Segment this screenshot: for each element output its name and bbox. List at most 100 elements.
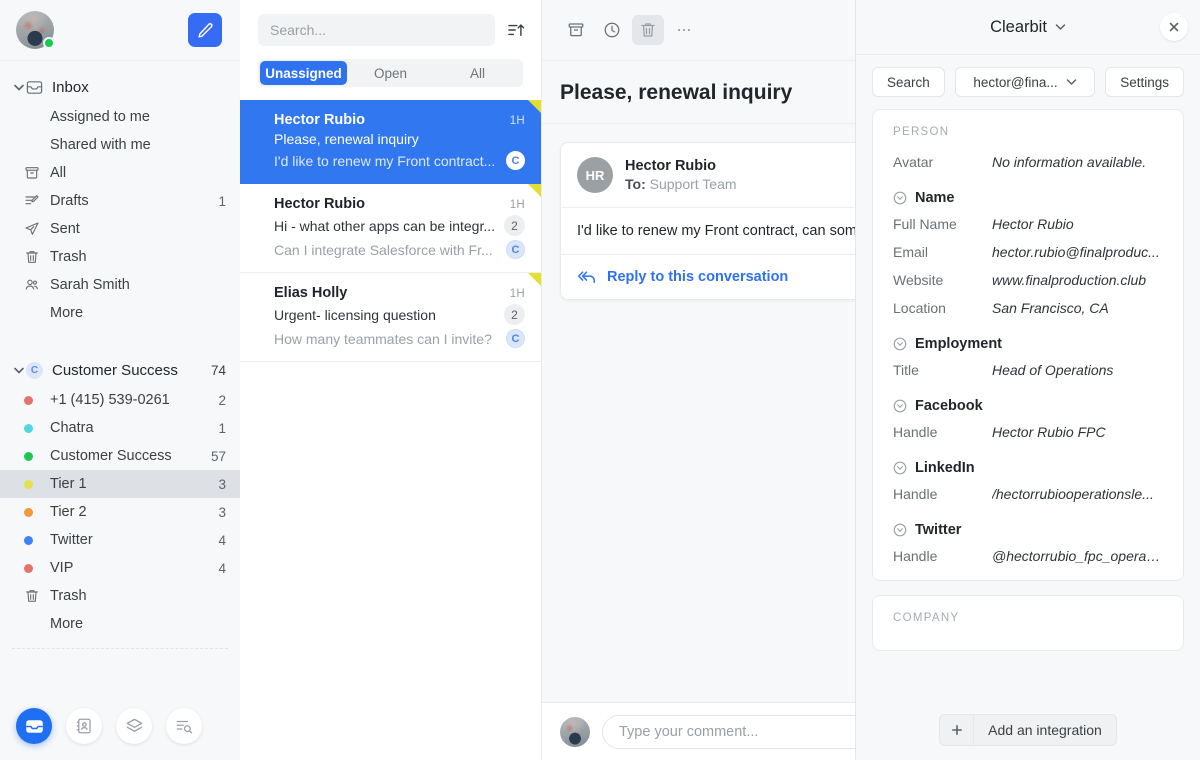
sidebar-item-chatra[interactable]: Chatra 1 [0,414,240,442]
sidebar-item-twitter[interactable]: Twitter 4 [0,526,240,554]
add-integration-button[interactable]: Add an integration [939,714,1117,746]
chevron-down-icon [1055,23,1066,31]
sidebar-item-more-inbox[interactable]: More [0,299,240,327]
snooze-clock-icon[interactable] [596,15,628,45]
sidebar-item-label: Tier 2 [50,504,212,520]
reply-all-icon [577,269,596,285]
conversation-item-1[interactable]: Hector Rubio 1H Hi - what other apps can… [240,184,541,273]
conversation-search-row [240,0,541,46]
conversation-sender: Hector Rubio [274,112,510,128]
field-value: www.finalproduction.club [992,272,1163,288]
sidebar-item-sarah-smith[interactable]: Sarah Smith [0,271,240,299]
plus-icon [940,715,974,745]
sidebar-item-assigned-to-me[interactable]: Assigned to me [0,103,240,131]
sidebar-item-label: Assigned to me [50,109,226,125]
clearbit-group-linkedin[interactable]: LinkedIn [873,446,1183,480]
sidebar-item-more-team[interactable]: More [0,610,240,638]
conversation-subject: Hi - what other apps can be integr... [274,218,504,234]
chevron-down-icon [1066,78,1077,86]
clearbit-group-name[interactable]: Name [873,176,1183,210]
sidebar-divider [12,648,228,649]
sidebar-item-label: Inbox [52,79,226,96]
message-count-badge: 2 [504,215,525,236]
sidebar-item-customer-success[interactable]: Customer Success 57 [0,442,240,470]
layers-nav-icon[interactable] [116,708,152,744]
clearbit-field-full-name: Full Name Hector Rubio [873,210,1183,238]
conversation-time: 1H [510,199,525,211]
archive-icon[interactable] [560,15,592,45]
channel-color-dot [24,508,50,517]
sidebar-item-sent[interactable]: Sent [0,215,240,243]
sidebar-item-tier-2[interactable]: Tier 2 3 [0,498,240,526]
sidebar-item-label: Twitter [50,532,212,548]
sidebar-item-label: Shared with me [50,137,226,153]
unassigned-corner-flag [528,184,541,197]
sidebar-item-label: Drafts [50,193,212,209]
sidebar-item-shared-with-me[interactable]: Shared with me [0,131,240,159]
sidebar-group-inbox[interactable]: Inbox [0,71,240,103]
pencil-icon [197,22,214,39]
sidebar-item-label: Sarah Smith [50,277,226,293]
field-key: Handle [893,424,992,440]
sidebar-item-phone[interactable]: +1 (415) 539-0261 2 [0,386,240,414]
company-section-title: COMPANY [873,596,1183,634]
clearbit-group-employment[interactable]: Employment [873,322,1183,356]
contacts-nav-icon[interactable] [66,708,102,744]
team-badge-letter: C [26,362,43,379]
front-app-window: Inbox Assigned to me Shared with me All … [0,0,1200,760]
conversation-item-0[interactable]: Hector Rubio 1H Please, renewal inquiry … [240,100,541,184]
clearbit-account-dropdown[interactable]: hector@fina... [955,67,1095,97]
chevron-down-icon[interactable] [12,367,26,374]
inbox-nav-icon[interactable] [16,708,52,744]
message-sender-name: Hector Rubio [625,158,737,174]
avatar[interactable] [16,11,54,49]
conversation-preview: I'd like to renew my Front contract... [274,153,506,169]
search-input[interactable] [258,14,495,46]
sidebar-item-count: 2 [218,393,226,408]
clearbit-header: Clearbit [856,0,1200,55]
sidebar-group-customer-success[interactable]: C Customer Success 74 [0,354,240,386]
compose-button[interactable] [188,13,222,47]
sidebar-item-all[interactable]: All [0,159,240,187]
clearbit-field-facebook-handle: Handle Hector Rubio FPC [873,418,1183,446]
search-list-nav-icon[interactable] [166,708,202,744]
tab-open[interactable]: Open [347,61,434,85]
field-key: Handle [893,548,992,564]
clearbit-settings-button[interactable]: Settings [1105,67,1184,97]
chevron-down-icon[interactable] [12,84,26,91]
clearbit-field-website: Website www.finalproduction.club [873,266,1183,294]
clearbit-search-button[interactable]: Search [872,67,945,97]
conversation-subject: Urgent- licensing question [274,307,504,323]
sort-ascending-icon[interactable] [505,19,527,41]
tab-unassigned[interactable]: Unassigned [260,61,347,85]
trash-icon [24,249,50,265]
more-horizontal-icon[interactable] [668,15,700,45]
clearbit-title-dropdown[interactable]: Clearbit [990,18,1066,37]
clearbit-footer: Add an integration [856,702,1200,760]
close-icon[interactable] [1160,13,1188,41]
group-label: Twitter [915,522,961,538]
sidebar-item-count: 3 [218,505,226,520]
person-section-title: PERSON [873,110,1183,148]
sidebar-item-trash[interactable]: Trash [0,243,240,271]
trash-icon[interactable] [632,15,664,45]
sidebar-item-count: 4 [218,561,226,576]
message-to-value: Support Team [650,176,737,192]
chevron-down-circle-icon [893,461,907,475]
clearbit-field-location: Location San Francisco, CA [873,294,1183,322]
sidebar-item-team-trash[interactable]: Trash [0,582,240,610]
sidebar-item-tier-1[interactable]: Tier 1 3 [0,470,240,498]
clearbit-group-twitter[interactable]: Twitter [873,508,1183,542]
drafts-icon [24,193,50,209]
conversation-item-2[interactable]: Elias Holly 1H Urgent- licensing questio… [240,273,541,362]
clearbit-group-facebook[interactable]: Facebook [873,384,1183,418]
clearbit-field-email: Email hector.rubio@finalproduc... [873,238,1183,266]
sidebar-item-vip[interactable]: VIP 4 [0,554,240,582]
unassigned-corner-flag [528,100,541,113]
sidebar-item-drafts[interactable]: Drafts 1 [0,187,240,215]
tab-all[interactable]: All [434,61,521,85]
clearbit-field-twitter-handle: Handle @hectorrubio_fpc_operati... [873,542,1183,580]
group-label: Facebook [915,398,983,414]
clearbit-title: Clearbit [990,18,1047,37]
inbox-icon [26,79,52,96]
